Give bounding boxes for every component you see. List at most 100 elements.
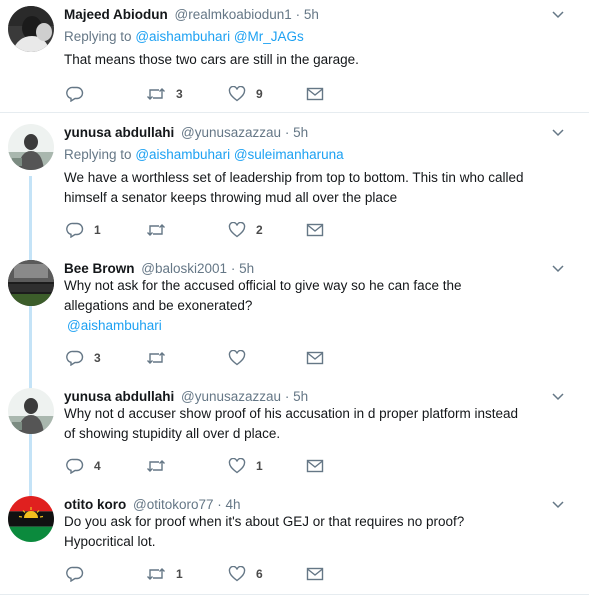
tweet-text-line: Hypocritical lot.: [64, 534, 156, 549]
retweet-button[interactable]: 3: [146, 84, 183, 104]
direct-message-button[interactable]: [306, 84, 324, 104]
tweet-actions: 4 1: [64, 456, 354, 476]
reply-icon: [66, 86, 84, 102]
tweet-text-line: That means those two cars are still in t…: [64, 52, 359, 67]
tweet[interactable]: Majeed Abiodun @realmkoabiodun1 · 5h Rep…: [0, 6, 589, 110]
tweet-text: Do you ask for proof when it's about GEJ…: [64, 512, 544, 552]
retweet-button[interactable]: [146, 220, 176, 240]
timestamp[interactable]: 5h: [293, 125, 308, 140]
retweet-button[interactable]: [146, 456, 176, 476]
like-button[interactable]: [228, 348, 256, 368]
heart-icon: [228, 86, 246, 102]
tweet[interactable]: yunusa abdullahi @yunusazazzau · 5h Repl…: [0, 124, 589, 244]
display-name[interactable]: Majeed Abiodun: [64, 7, 168, 22]
avatar[interactable]: [8, 6, 54, 52]
timestamp[interactable]: 5h: [304, 7, 319, 22]
envelope-icon: [306, 87, 324, 101]
reply-mention-link[interactable]: @Mr_JAGs: [234, 29, 304, 44]
avatar[interactable]: [8, 260, 54, 306]
reply-button[interactable]: [66, 84, 94, 104]
avatar[interactable]: [8, 496, 54, 542]
reply-button[interactable]: 4: [66, 456, 101, 476]
retweet-button[interactable]: 1: [146, 564, 183, 584]
tweet-text-line: himself a senator keeps throwing mud all…: [64, 190, 398, 205]
display-name[interactable]: yunusa abdullahi: [64, 125, 174, 140]
reply-count: 1: [94, 223, 101, 237]
tweet-text-line: of showing stupidity all over d place.: [64, 426, 281, 441]
heart-icon: [228, 350, 246, 366]
direct-message-button[interactable]: [306, 456, 324, 476]
envelope-icon: [306, 223, 324, 237]
reply-button[interactable]: [66, 564, 94, 584]
like-count: 9: [256, 87, 263, 101]
user-handle[interactable]: @yunusazazzau: [181, 125, 281, 140]
like-count: 1: [256, 459, 263, 473]
like-button[interactable]: 1: [228, 456, 263, 476]
retweet-button[interactable]: [146, 348, 176, 368]
chevron-down-icon[interactable]: [551, 262, 565, 276]
divider: [0, 112, 589, 113]
retweet-icon: [146, 86, 166, 102]
reply-count: 3: [94, 351, 101, 365]
chevron-down-icon[interactable]: [551, 498, 565, 512]
tweet[interactable]: yunusa abdullahi @yunusazazzau · 5h Why …: [0, 388, 589, 478]
tweet-actions: 3 9: [64, 84, 354, 104]
like-button[interactable]: 9: [228, 84, 263, 104]
tweet-text: That means those two cars are still in t…: [64, 50, 544, 70]
separator-dot: ·: [230, 261, 236, 276]
chevron-down-icon[interactable]: [551, 126, 565, 140]
direct-message-button[interactable]: [306, 220, 324, 240]
reply-mention-link[interactable]: @suleimanharuna: [234, 147, 344, 162]
replying-to: Replying to @aishambuhari @suleimanharun…: [64, 146, 344, 164]
reply-button[interactable]: 3: [66, 348, 101, 368]
avatar[interactable]: [8, 124, 54, 170]
display-name[interactable]: yunusa abdullahi: [64, 389, 174, 404]
envelope-icon: [306, 567, 324, 581]
tweet-text-line: Why not ask for the accused official to …: [64, 278, 462, 293]
reply-icon: [66, 350, 84, 366]
timestamp[interactable]: 4h: [226, 497, 241, 512]
user-handle[interactable]: @baloski2001: [141, 261, 227, 276]
tweet-header: yunusa abdullahi @yunusazazzau · 5h: [64, 124, 308, 142]
reply-mention-link[interactable]: @aishambuhari: [135, 147, 230, 162]
user-handle[interactable]: @otitokoro77: [133, 497, 214, 512]
tweet[interactable]: Bee Brown @baloski2001 · 5h Why not ask …: [0, 260, 589, 370]
direct-message-button[interactable]: [306, 564, 324, 584]
retweet-count: 1: [176, 567, 183, 581]
tweet-text-line: We have a worthless set of leadership fr…: [64, 170, 524, 185]
chevron-down-icon[interactable]: [551, 390, 565, 404]
tweet[interactable]: otito koro @otitokoro77 · 4h Do you ask …: [0, 496, 589, 586]
envelope-icon: [306, 351, 324, 365]
separator-dot: ·: [284, 389, 290, 404]
reply-icon: [66, 566, 84, 582]
display-name[interactable]: otito koro: [64, 497, 126, 512]
separator-dot: ·: [284, 125, 290, 140]
tweet-text: Why not d accuser show proof of his accu…: [64, 404, 544, 444]
avatar[interactable]: [8, 388, 54, 434]
direct-message-button[interactable]: [306, 348, 324, 368]
like-button[interactable]: 6: [228, 564, 263, 584]
like-button[interactable]: 2: [228, 220, 263, 240]
like-count: 6: [256, 567, 263, 581]
tweet-actions: 1 6: [64, 564, 354, 584]
chevron-down-icon[interactable]: [551, 8, 565, 22]
tweet-text: We have a worthless set of leadership fr…: [64, 168, 544, 208]
divider: [0, 594, 589, 595]
separator-dot: ·: [295, 7, 301, 22]
heart-icon: [228, 566, 246, 582]
replying-to-label: Replying to: [64, 29, 132, 44]
display-name[interactable]: Bee Brown: [64, 261, 135, 276]
heart-icon: [228, 222, 246, 238]
timestamp[interactable]: 5h: [239, 261, 254, 276]
timestamp[interactable]: 5h: [293, 389, 308, 404]
tweet-text-line: allegations and be exonerated?: [64, 298, 253, 313]
tweet-text-line: Why not d accuser show proof of his accu…: [64, 406, 518, 421]
user-handle[interactable]: @realmkoabiodun1: [175, 7, 292, 22]
tweet-actions: 3: [64, 348, 354, 368]
reply-button[interactable]: 1: [66, 220, 101, 240]
mention-link[interactable]: @aishambuhari: [67, 316, 162, 336]
reply-mention-link[interactable]: @aishambuhari: [135, 29, 230, 44]
tweet-feed: Majeed Abiodun @realmkoabiodun1 · 5h Rep…: [0, 0, 589, 597]
tweet-actions: 1 2: [64, 220, 354, 240]
user-handle[interactable]: @yunusazazzau: [181, 389, 281, 404]
